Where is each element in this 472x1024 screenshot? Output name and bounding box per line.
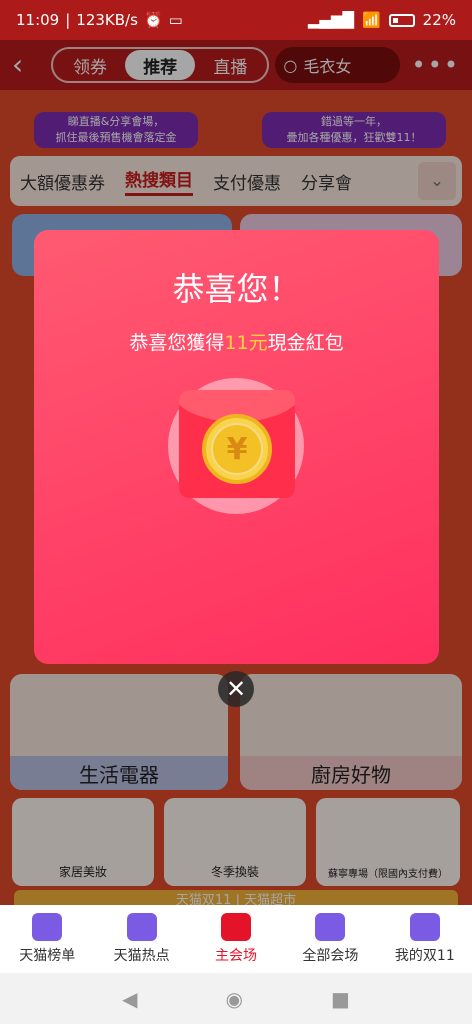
- bottom-tab-hot[interactable]: 天猫热点: [94, 905, 188, 973]
- thumbs-up-icon: [32, 913, 63, 941]
- status-time: 11:09: [16, 11, 60, 29]
- reward-amount: 11元: [224, 332, 268, 354]
- close-icon[interactable]: ✕: [218, 671, 254, 707]
- bottom-tab-bar: 天猫榜单 天猫热点 主会场 全部会场 我的双11: [0, 905, 472, 973]
- home-icon[interactable]: ◉: [226, 987, 243, 1011]
- bottom-tab-rankings[interactable]: 天猫榜单: [0, 905, 94, 973]
- modal-title: 恭喜您！: [172, 270, 301, 308]
- back-icon[interactable]: ◀: [122, 987, 137, 1011]
- fire-icon: [126, 913, 157, 941]
- recents-icon[interactable]: ■: [331, 987, 350, 1011]
- user-icon: [409, 913, 440, 941]
- bottom-tab-main-venue[interactable]: 主会场: [189, 905, 283, 973]
- modal-subtitle-suffix: 現金紅包: [267, 332, 344, 354]
- screen-icon: ▭: [168, 11, 183, 29]
- bottom-tab-label: 天猫榜单: [19, 948, 76, 964]
- grid-icon: [315, 913, 346, 941]
- status-bar: 11:09 | 123KB/s ⏰ ▭ ▂▄▆█ 📶 22%: [0, 0, 472, 40]
- status-divider: |: [65, 11, 71, 29]
- wifi-icon: 📶: [361, 11, 381, 29]
- yuan-coin-icon[interactable]: ¥: [202, 414, 272, 484]
- bottom-tab-label: 天猫热点: [113, 948, 170, 964]
- bottom-tab-all-venues[interactable]: 全部会场: [283, 905, 377, 973]
- system-nav-bar: ◀ ◉ ■: [0, 973, 472, 1024]
- modal-subtitle-prefix: 恭喜您獲得: [129, 332, 225, 354]
- bottom-tab-label: 我的双11: [394, 948, 455, 964]
- yuan-symbol: ¥: [211, 423, 263, 475]
- status-network-speed: 123KB/s: [76, 11, 138, 29]
- battery-icon: [388, 13, 415, 27]
- signal-icon: ▂▄▆█: [307, 11, 354, 29]
- alarm-icon: ⏰: [143, 11, 163, 29]
- bottom-tab-label: 全部会场: [302, 948, 359, 964]
- battery-percent: 22%: [422, 11, 456, 29]
- red-packet-modal: 恭喜您！ 恭喜您獲得11元現金紅包 ¥: [34, 230, 439, 664]
- bottom-tab-label: 主会场: [215, 948, 258, 964]
- tmall-cat-icon: [221, 913, 252, 941]
- bottom-tab-my-double11[interactable]: 我的双11: [378, 905, 472, 973]
- modal-subtitle: 恭喜您獲得11元現金紅包: [34, 328, 439, 355]
